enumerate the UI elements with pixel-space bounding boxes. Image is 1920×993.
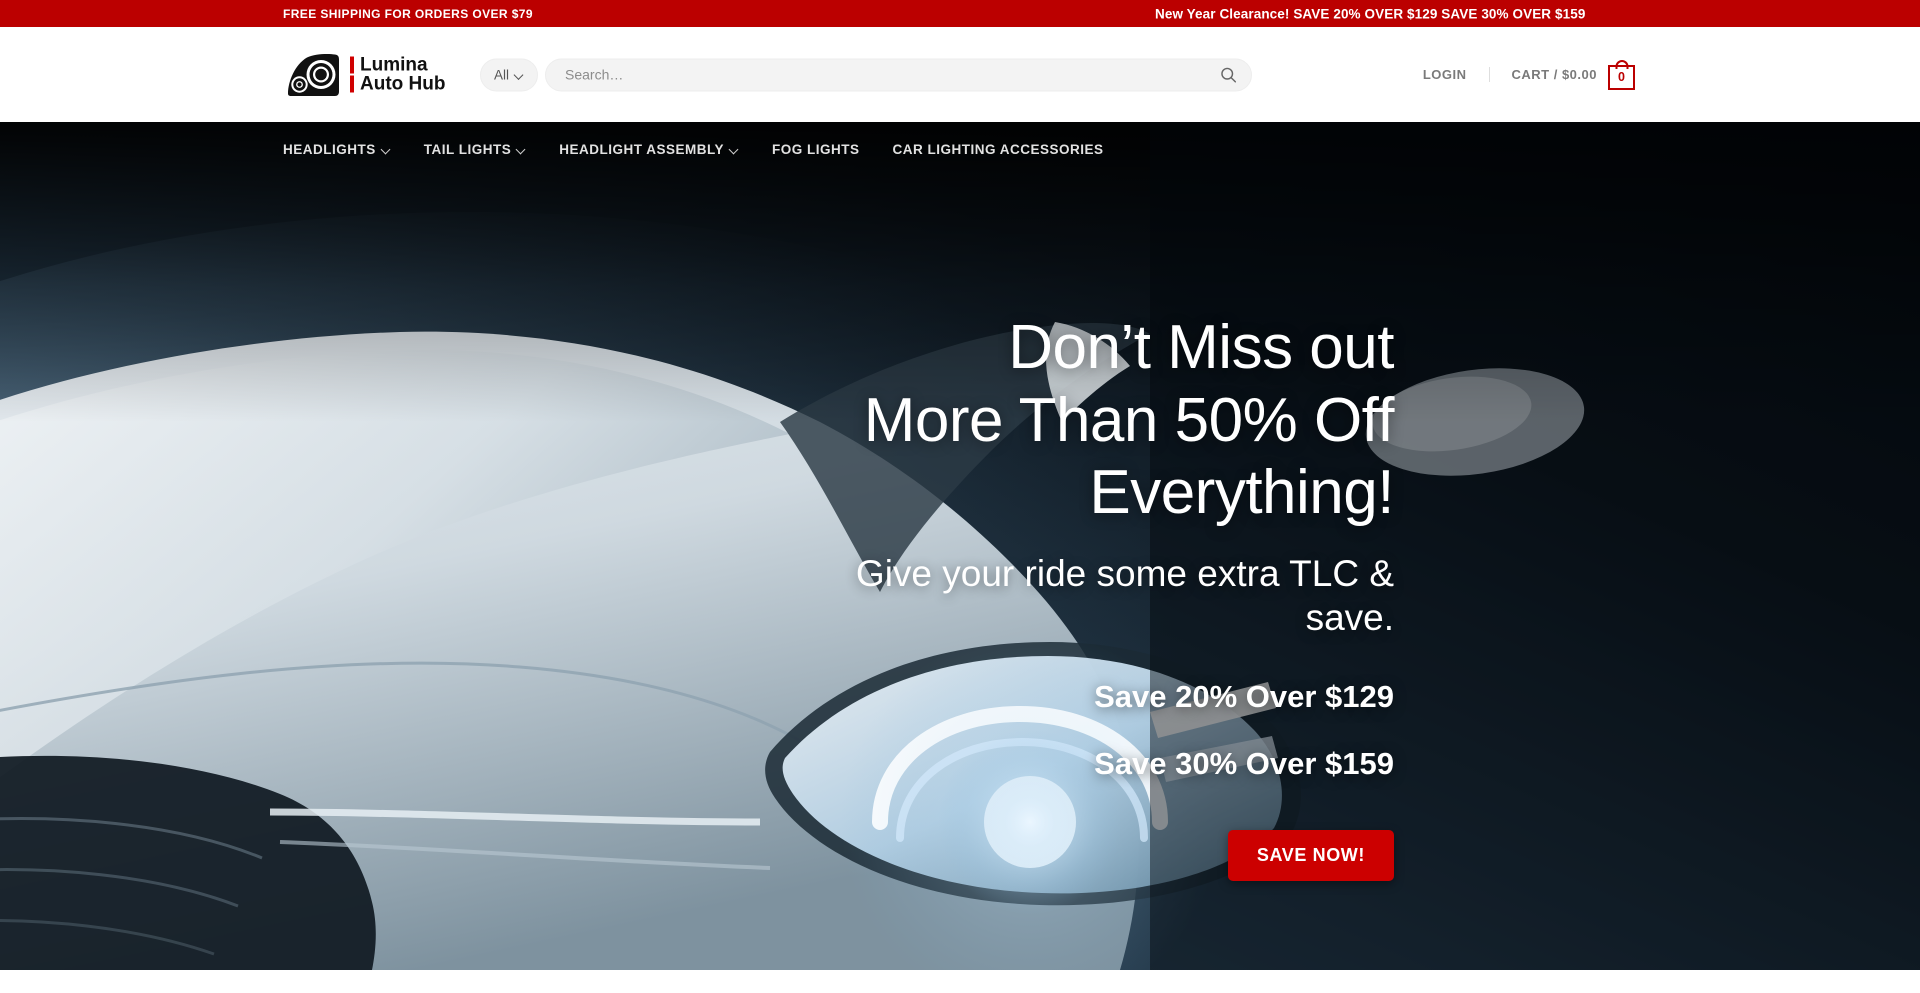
hero-subtitle: Give your ride some extra TLC & save. [855,552,1394,638]
hero-banner: HEADLIGHTS TAIL LIGHTS HEADLIGHT ASSEMBL… [0,122,1920,970]
chevron-down-icon [515,70,524,79]
logo-accent-bar [350,75,354,93]
hero-headline-line-1: Don’t Miss out [1008,313,1394,382]
nav-item-fog-lights[interactable]: FOG LIGHTS [772,142,879,157]
logo-accent-bar [350,56,354,74]
bag-handle [1615,59,1628,69]
header-account-area: LOGIN CART / $0.00 0 [1423,59,1920,90]
cart-total-label: CART / $0.00 [1511,67,1597,82]
nav-item-label: FOG LIGHTS [772,142,860,157]
chevron-down-icon [517,145,526,154]
hero-headline: Don’t Miss out More Than 50% Off Everyth… [863,312,1395,530]
nav-items: HEADLIGHTS TAIL LIGHTS HEADLIGHT ASSEMBL… [283,142,1104,157]
hero-headline-line-2: More Than 50% Off [863,385,1395,455]
logo-line-2: Auto Hub [360,73,446,95]
nav-item-tail-lights[interactable]: TAIL LIGHTS [424,142,546,157]
nav-item-label: TAIL LIGHTS [423,142,512,157]
nav-item-car-lighting-accessories[interactable]: CAR LIGHTING ACCESSORIES [893,142,1104,157]
hero-offer-2: Save 30% Over $159 [1094,745,1394,781]
search-category-label: All [494,67,510,82]
main-navigation: HEADLIGHTS TAIL LIGHTS HEADLIGHT ASSEMBL… [0,122,1920,177]
nav-item-label: HEADLIGHTS [283,142,376,157]
save-now-button[interactable]: SAVE NOW! [1227,829,1394,881]
search-icon [1220,67,1236,83]
site-header: Lumina Auto Hub All LOGIN CART / $ [0,27,1920,122]
login-link[interactable]: LOGIN [1423,67,1490,82]
nav-item-label: CAR LIGHTING ACCESSORIES [892,142,1104,157]
promo-free-shipping-text: FREE SHIPPING FOR ORDERS OVER $79 [283,6,533,21]
site-logo[interactable]: Lumina Auto Hub [285,51,445,98]
search-submit-button[interactable] [1217,64,1239,86]
search-field[interactable] [545,58,1253,91]
search-group: All [480,58,1253,91]
logo-wordmark: Lumina Auto Hub [350,55,445,94]
promo-clearance-text: New Year Clearance! SAVE 20% OVER $129 S… [1155,6,1586,21]
chevron-down-icon [382,145,391,154]
hero-headline-line-3: Everything! [1089,458,1394,528]
logo-line-1: Lumina [360,54,428,76]
hero-content: Don’t Miss out More Than 50% Off Everyth… [820,122,1920,970]
nav-item-label: HEADLIGHT ASSEMBLY [559,142,725,157]
chevron-down-icon [730,145,739,154]
cart-link[interactable]: CART / $0.00 0 [1490,59,1635,90]
shopping-bag-icon: 0 [1608,59,1635,90]
search-category-select[interactable]: All [480,58,539,91]
promo-bar: FREE SHIPPING FOR ORDERS OVER $79 New Ye… [0,0,1920,27]
hero-offer-1: Save 20% Over $129 [1094,679,1394,715]
headlight-logo-icon [285,51,342,98]
nav-item-headlight-assembly[interactable]: HEADLIGHT ASSEMBLY [559,142,758,157]
page-content-below-hero [0,970,1920,993]
nav-item-headlights[interactable]: HEADLIGHTS [283,142,410,157]
search-input[interactable] [546,59,1252,90]
